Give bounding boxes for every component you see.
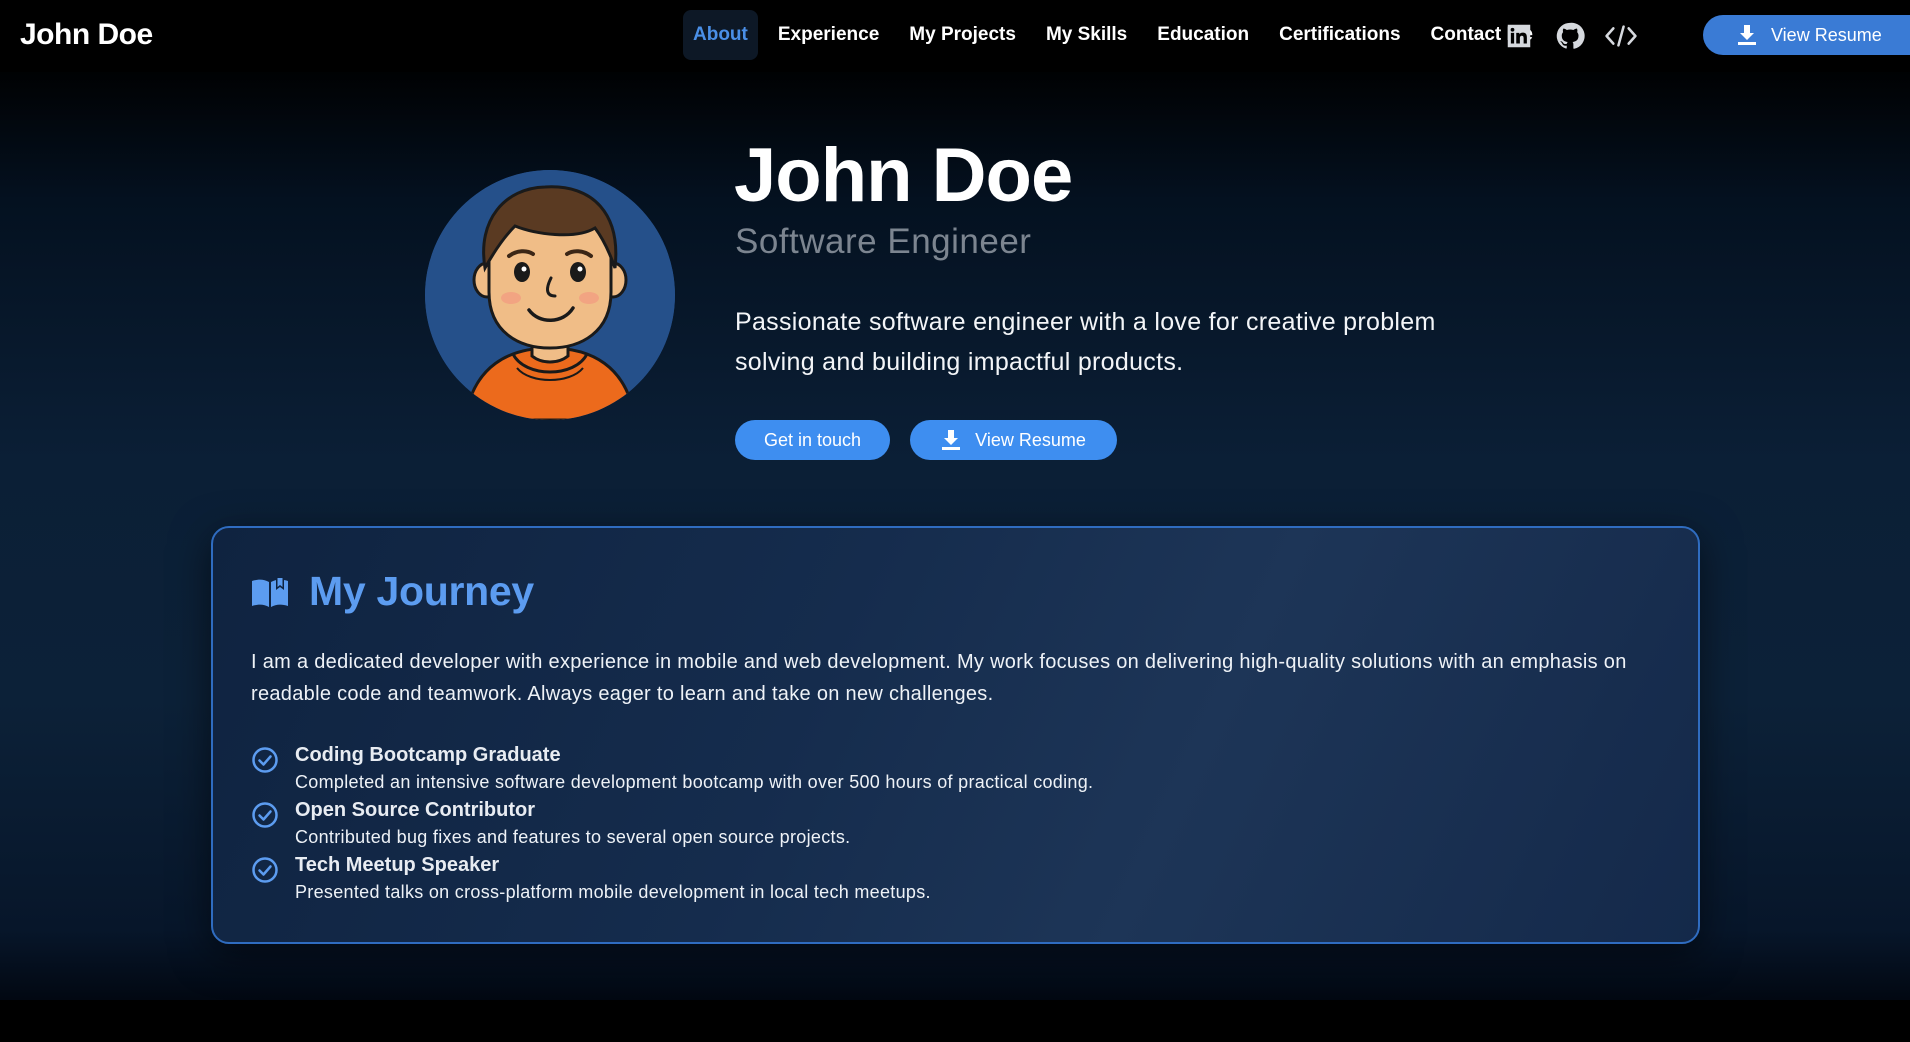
hero-name: John Doe [734, 133, 1073, 218]
code-icon[interactable] [1604, 19, 1638, 53]
download-icon [942, 430, 961, 450]
nav-icon-group [1502, 16, 1706, 56]
get-in-touch-button[interactable]: Get in touch [735, 420, 890, 460]
journey-title: My Journey [309, 568, 534, 614]
download-icon [1738, 25, 1756, 45]
check-circle-icon [252, 857, 278, 883]
brand-logo[interactable]: John Doe [20, 18, 153, 52]
achievement-item: Coding Bootcamp Graduate Completed an in… [251, 742, 1093, 797]
achievement-item: Open Source Contributor Contributed bug … [251, 797, 1093, 852]
view-resume-button[interactable]: View Resume [910, 420, 1117, 460]
achievement-list: Coding Bootcamp Graduate Completed an in… [251, 742, 1093, 907]
portfolio-page: John Doe About Experience My Projects My… [0, 0, 1910, 1042]
book-open-icon [252, 576, 288, 607]
nav-link-skills[interactable]: My Skills [1036, 10, 1137, 60]
view-resume-nav-button[interactable]: View Resume [1703, 15, 1910, 55]
moon-icon[interactable] [1655, 19, 1689, 53]
top-navbar: John Doe About Experience My Projects My… [0, 0, 1910, 72]
journey-card: My Journey I am a dedicated developer wi… [211, 526, 1700, 944]
nav-link-certifications[interactable]: Certifications [1269, 10, 1410, 60]
profile-avatar [425, 170, 675, 420]
view-resume-label: View Resume [975, 429, 1086, 450]
linkedin-icon[interactable] [1502, 19, 1536, 53]
hero-role: Software Engineer [735, 222, 1032, 261]
achievement-item: Tech Meetup Speaker Presented talks on c… [251, 852, 1093, 907]
achievement-description: Presented talks on cross-platform mobile… [295, 882, 931, 902]
nav-link-education[interactable]: Education [1147, 10, 1259, 60]
nav-link-projects[interactable]: My Projects [899, 10, 1026, 60]
nav-link-experience[interactable]: Experience [768, 10, 889, 60]
hero-description: Passionate software engineer with a love… [735, 308, 1436, 376]
nav-link-about[interactable]: About [683, 10, 758, 60]
achievement-description: Contributed bug fixes and features to se… [295, 827, 851, 847]
journey-heading: My Journey [251, 568, 534, 615]
achievement-title: Tech Meetup Speaker [295, 854, 500, 876]
journey-text: I am a dedicated developer with experien… [251, 651, 1627, 705]
view-resume-nav-label: View Resume [1771, 24, 1882, 45]
github-icon[interactable] [1553, 19, 1587, 53]
check-circle-icon [252, 802, 278, 828]
achievement-title: Open Source Contributor [295, 799, 535, 821]
achievement-description: Completed an intensive software developm… [295, 772, 1094, 792]
achievement-title: Coding Bootcamp Graduate [295, 744, 561, 766]
check-circle-icon [252, 747, 278, 773]
nav-links: About Experience My Projects My Skills E… [683, 10, 1553, 60]
